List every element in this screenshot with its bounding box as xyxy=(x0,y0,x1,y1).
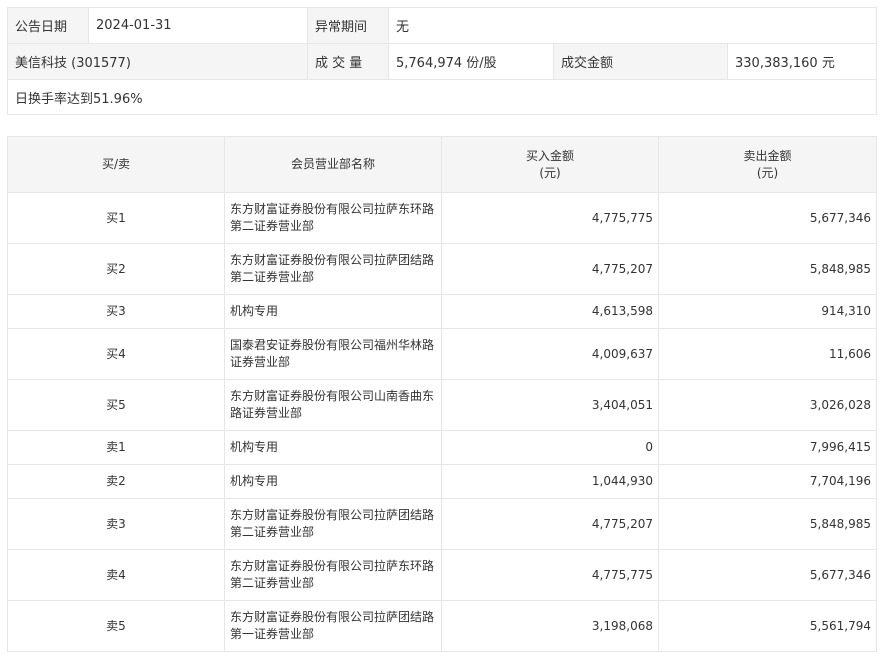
row-buy-amount: 4,009,637 xyxy=(441,328,659,380)
header-buy-label: 买入金额 xyxy=(525,148,574,163)
row-side: 买2 xyxy=(7,243,225,295)
row-side: 卖4 xyxy=(7,549,225,601)
row-sell-amount: 7,996,415 xyxy=(658,430,877,465)
row-sell-amount: 11,606 xyxy=(658,328,877,380)
header-sell-label: 卖出金额 xyxy=(743,148,792,163)
row-sell-amount: 5,561,794 xyxy=(658,600,877,652)
header-sell-amount: 卖出金额 (元) xyxy=(658,136,877,193)
header-sell-unit: (元) xyxy=(756,165,779,180)
row-buy-amount: 4,775,207 xyxy=(441,243,659,295)
row-member-name: 机构专用 xyxy=(224,294,442,329)
table-row: 卖2 机构专用 1,044,930 7,704,196 xyxy=(7,464,877,499)
header-member: 会员营业部名称 xyxy=(224,136,442,193)
row-sell-amount: 5,848,985 xyxy=(658,243,877,295)
row-side: 卖3 xyxy=(7,498,225,550)
row-side: 卖2 xyxy=(7,464,225,499)
row-side: 买1 xyxy=(7,192,225,244)
row-member-name: 机构专用 xyxy=(224,464,442,499)
row-buy-amount: 4,775,775 xyxy=(441,549,659,601)
row-side: 买4 xyxy=(7,328,225,380)
header-buy-amount: 买入金额 (元) xyxy=(441,136,659,193)
stock-name: 美信科技 (301577) xyxy=(7,43,308,80)
stock-info-table: 公告日期 2024-01-31 异常期间 无 美信科技 (301577) 成 交… xyxy=(6,7,878,115)
header-buy-unit: (元) xyxy=(539,165,561,180)
announce-date-label: 公告日期 xyxy=(7,7,89,44)
table-row: 卖3 东方财富证券股份有限公司拉萨团结路第二证券营业部 4,775,207 5,848… xyxy=(7,498,877,550)
table-row: 买5 东方财富证券股份有限公司山南香曲东路证券营业部 3,404,051 3,026,… xyxy=(7,379,877,431)
row-buy-amount: 3,198,068 xyxy=(441,600,659,652)
info-row-date: 公告日期 2024-01-31 异常期间 无 xyxy=(7,7,878,44)
row-side: 买3 xyxy=(7,294,225,329)
row-buy-amount: 4,613,598 xyxy=(441,294,659,329)
row-side: 卖5 xyxy=(7,600,225,652)
amount-value: 330,383,160 元 xyxy=(726,43,878,80)
row-buy-amount: 4,775,207 xyxy=(441,498,659,550)
table-row: 卖1 机构专用 0 7,996,415 xyxy=(7,430,877,465)
info-row-note: 日换手率达到51.96% xyxy=(6,79,878,115)
row-buy-amount: 3,404,051 xyxy=(441,379,659,431)
table-row: 卖5 东方财富证券股份有限公司拉萨团结路第一证券营业部 3,198,068 5,561… xyxy=(7,600,877,652)
table-row: 卖4 东方财富证券股份有限公司拉萨东环路第二证券营业部 4,775,775 5,677… xyxy=(7,549,877,601)
abnormal-period-label: 异常期间 xyxy=(307,7,389,44)
row-sell-amount: 914,310 xyxy=(658,294,877,329)
row-sell-amount: 7,704,196 xyxy=(658,464,877,499)
row-member-name: 东方财富证券股份有限公司拉萨团结路第一证券营业部 xyxy=(224,600,442,652)
content-area: 公告日期 2024-01-31 异常期间 无 美信科技 (301577) 成 交… xyxy=(6,7,878,652)
trading-seats-table: 买/卖 会员营业部名称 买入金额 (元) 卖出金额 (元) 买1 东方财富证券股份… xyxy=(7,136,877,652)
row-side: 买5 xyxy=(7,379,225,431)
row-sell-amount: 5,848,985 xyxy=(658,498,877,550)
table-row: 买3 机构专用 4,613,598 914,310 xyxy=(7,294,877,329)
table-row: 买2 东方财富证券股份有限公司拉萨团结路第二证券营业部 4,775,207 5,848… xyxy=(7,243,877,295)
announce-date-value: 2024-01-31 xyxy=(88,7,308,44)
row-member-name: 东方财富证券股份有限公司拉萨东环路第二证券营业部 xyxy=(224,192,442,244)
row-buy-amount: 1,044,930 xyxy=(441,464,659,499)
row-sell-amount: 3,026,028 xyxy=(658,379,877,431)
amount-label: 成交金额 xyxy=(553,43,728,80)
row-side: 卖1 xyxy=(7,430,225,465)
row-sell-amount: 5,677,346 xyxy=(658,549,877,601)
volume-value: 5,764,974 份/股 xyxy=(388,43,554,80)
row-buy-amount: 4,775,775 xyxy=(441,192,659,244)
info-row-trade: 美信科技 (301577) 成 交 量 5,764,974 份/股 成交金额 3… xyxy=(7,43,878,80)
row-member-name: 东方财富证券股份有限公司山南香曲东路证券营业部 xyxy=(224,379,442,431)
turnover-note: 日换手率达到51.96% xyxy=(6,79,878,115)
row-member-name: 机构专用 xyxy=(224,430,442,465)
row-buy-amount: 0 xyxy=(441,430,659,465)
table-row: 买1 东方财富证券股份有限公司拉萨东环路第二证券营业部 4,775,775 5,677… xyxy=(7,192,877,244)
row-member-name: 东方财富证券股份有限公司拉萨团结路第二证券营业部 xyxy=(224,498,442,550)
row-member-name: 国泰君安证券股份有限公司福州华林路证券营业部 xyxy=(224,328,442,380)
row-sell-amount: 5,677,346 xyxy=(658,192,877,244)
row-member-name: 东方财富证券股份有限公司拉萨东环路第二证券营业部 xyxy=(224,549,442,601)
volume-label: 成 交 量 xyxy=(307,43,389,80)
table-row: 买4 国泰君安证券股份有限公司福州华林路证券营业部 4,009,637 11,606 xyxy=(7,328,877,380)
table-header-row: 买/卖 会员营业部名称 买入金额 (元) 卖出金额 (元) xyxy=(7,136,877,193)
row-member-name: 东方财富证券股份有限公司拉萨团结路第二证券营业部 xyxy=(224,243,442,295)
abnormal-period-value: 无 xyxy=(387,7,878,44)
header-side: 买/卖 xyxy=(7,136,225,193)
